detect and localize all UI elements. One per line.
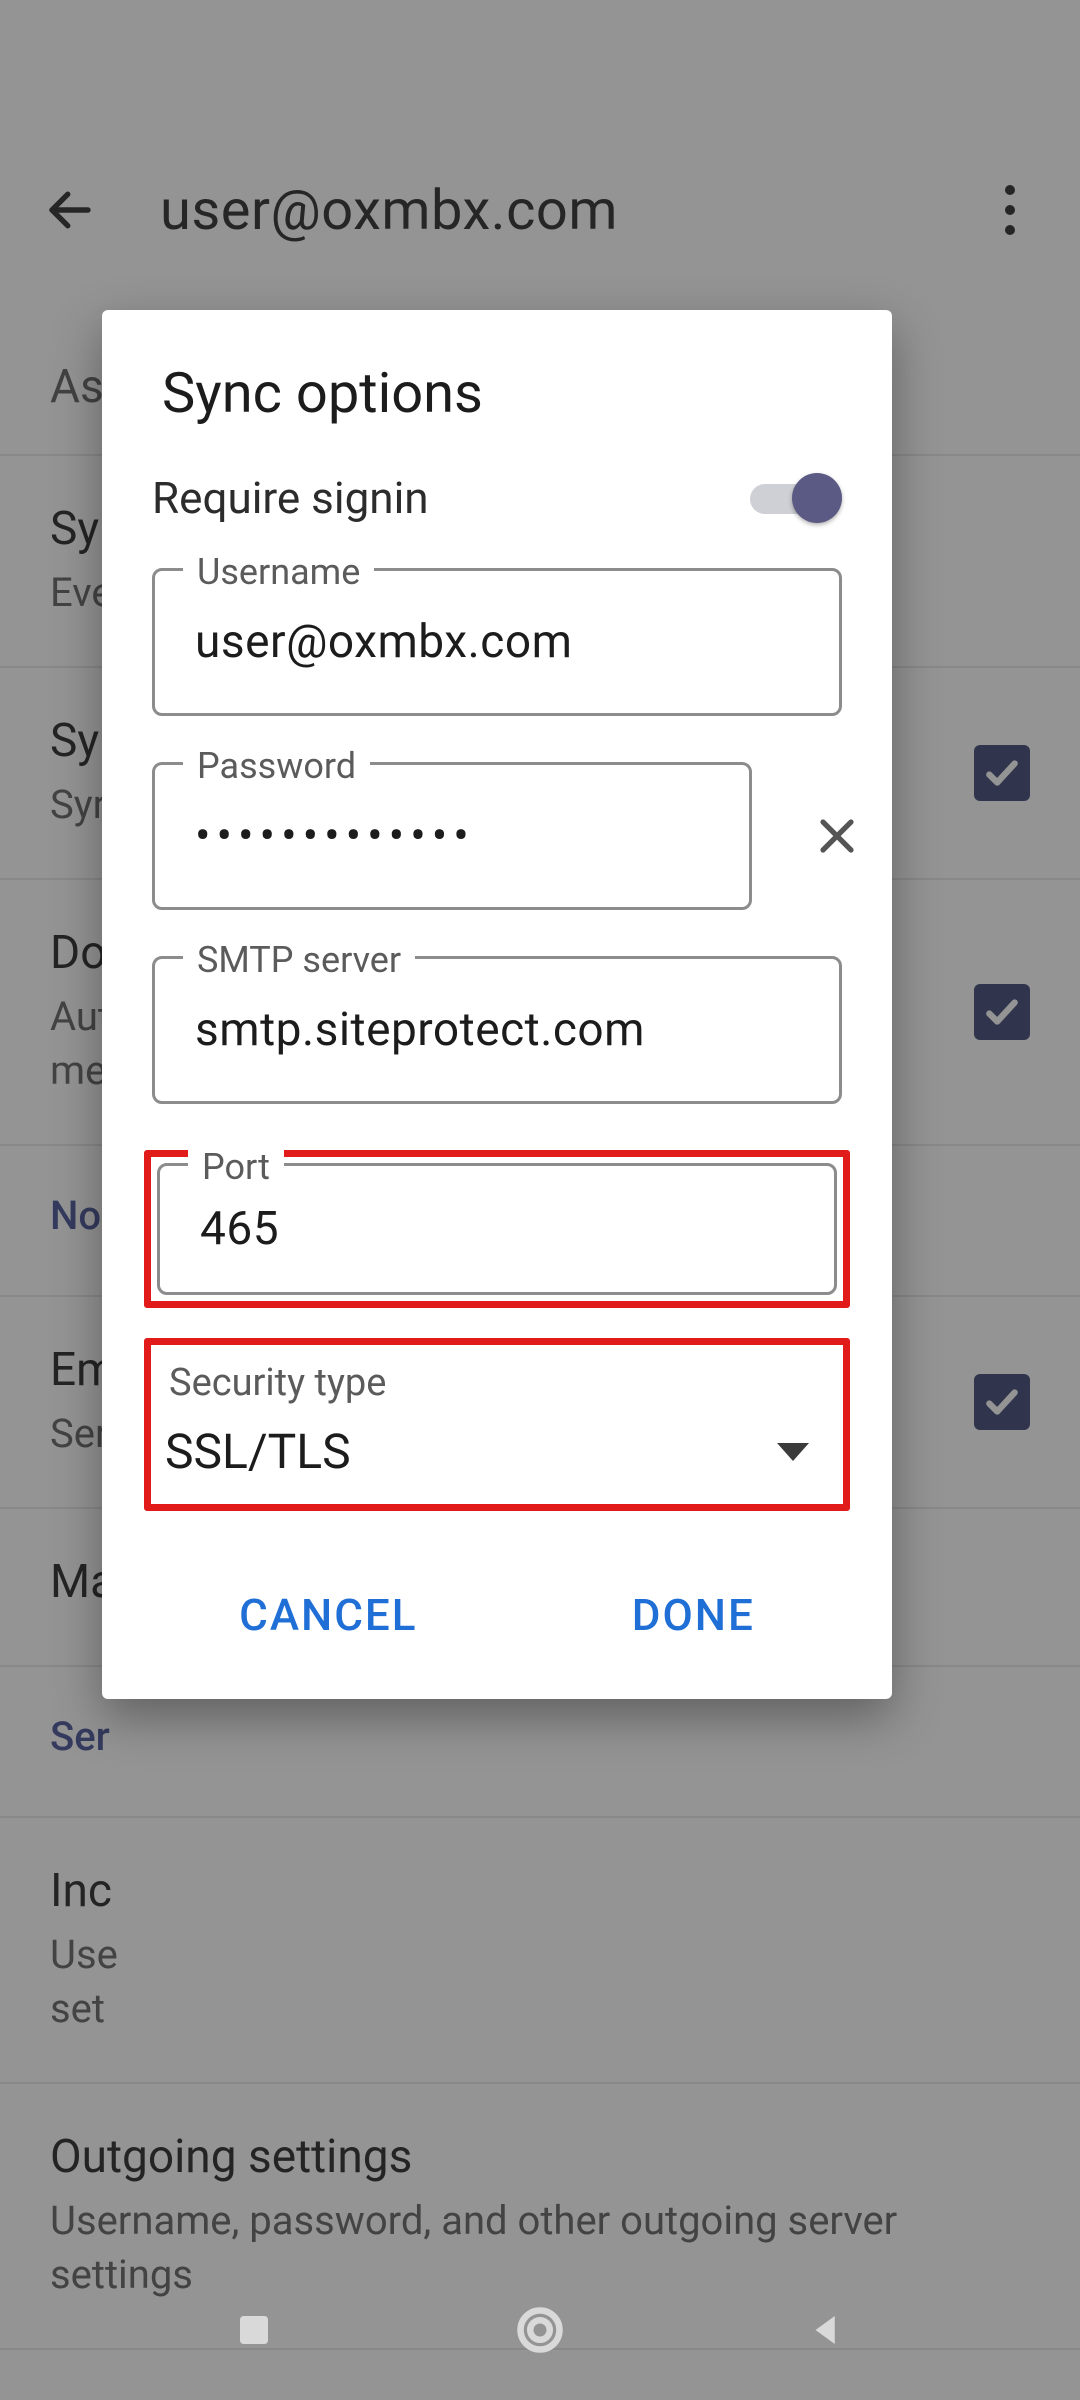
security-type-field[interactable]: Security type SSL/TLS (157, 1351, 837, 1498)
dropdown-caret-icon (777, 1443, 809, 1461)
security-type-label: Security type (165, 1361, 829, 1423)
nav-home-icon[interactable] (508, 2298, 572, 2362)
port-highlight-box: Port (144, 1150, 850, 1308)
require-signin-switch[interactable] (750, 473, 842, 523)
nav-recent-icon[interactable] (222, 2298, 286, 2362)
require-signin-label: Require signin (152, 472, 429, 524)
android-nav-bar (0, 2260, 1080, 2400)
done-button[interactable]: DONE (592, 1571, 795, 1659)
password-field[interactable]: Password ••••••••••••• (152, 762, 752, 910)
nav-back-icon[interactable] (794, 2298, 858, 2362)
security-highlight-box: Security type SSL/TLS (144, 1338, 850, 1511)
password-field-wrap: Password ••••••••••••• (102, 762, 892, 910)
username-input[interactable] (195, 615, 799, 669)
username-field[interactable]: Username (152, 568, 842, 716)
password-input[interactable]: ••••••••••••• (195, 809, 709, 863)
dialog-actions: CANCEL DONE (102, 1541, 892, 1669)
clear-password-icon[interactable] (802, 801, 872, 871)
password-label: Password (183, 745, 370, 787)
port-label: Port (188, 1146, 284, 1188)
username-label: Username (183, 551, 374, 593)
smtp-label: SMTP server (183, 939, 415, 981)
smtp-server-field[interactable]: SMTP server (152, 956, 842, 1104)
smtp-input[interactable] (195, 1003, 799, 1057)
port-field[interactable]: Port (157, 1163, 837, 1295)
dialog-title: Sync options (102, 360, 892, 462)
security-type-value: SSL/TLS (165, 1423, 351, 1480)
username-field-wrap: Username (102, 568, 892, 716)
sync-options-dialog: Sync options Require signin Username Pas… (102, 310, 892, 1699)
cancel-button[interactable]: CANCEL (199, 1571, 457, 1659)
port-input[interactable] (200, 1202, 794, 1256)
smtp-field-wrap: SMTP server (102, 956, 892, 1104)
